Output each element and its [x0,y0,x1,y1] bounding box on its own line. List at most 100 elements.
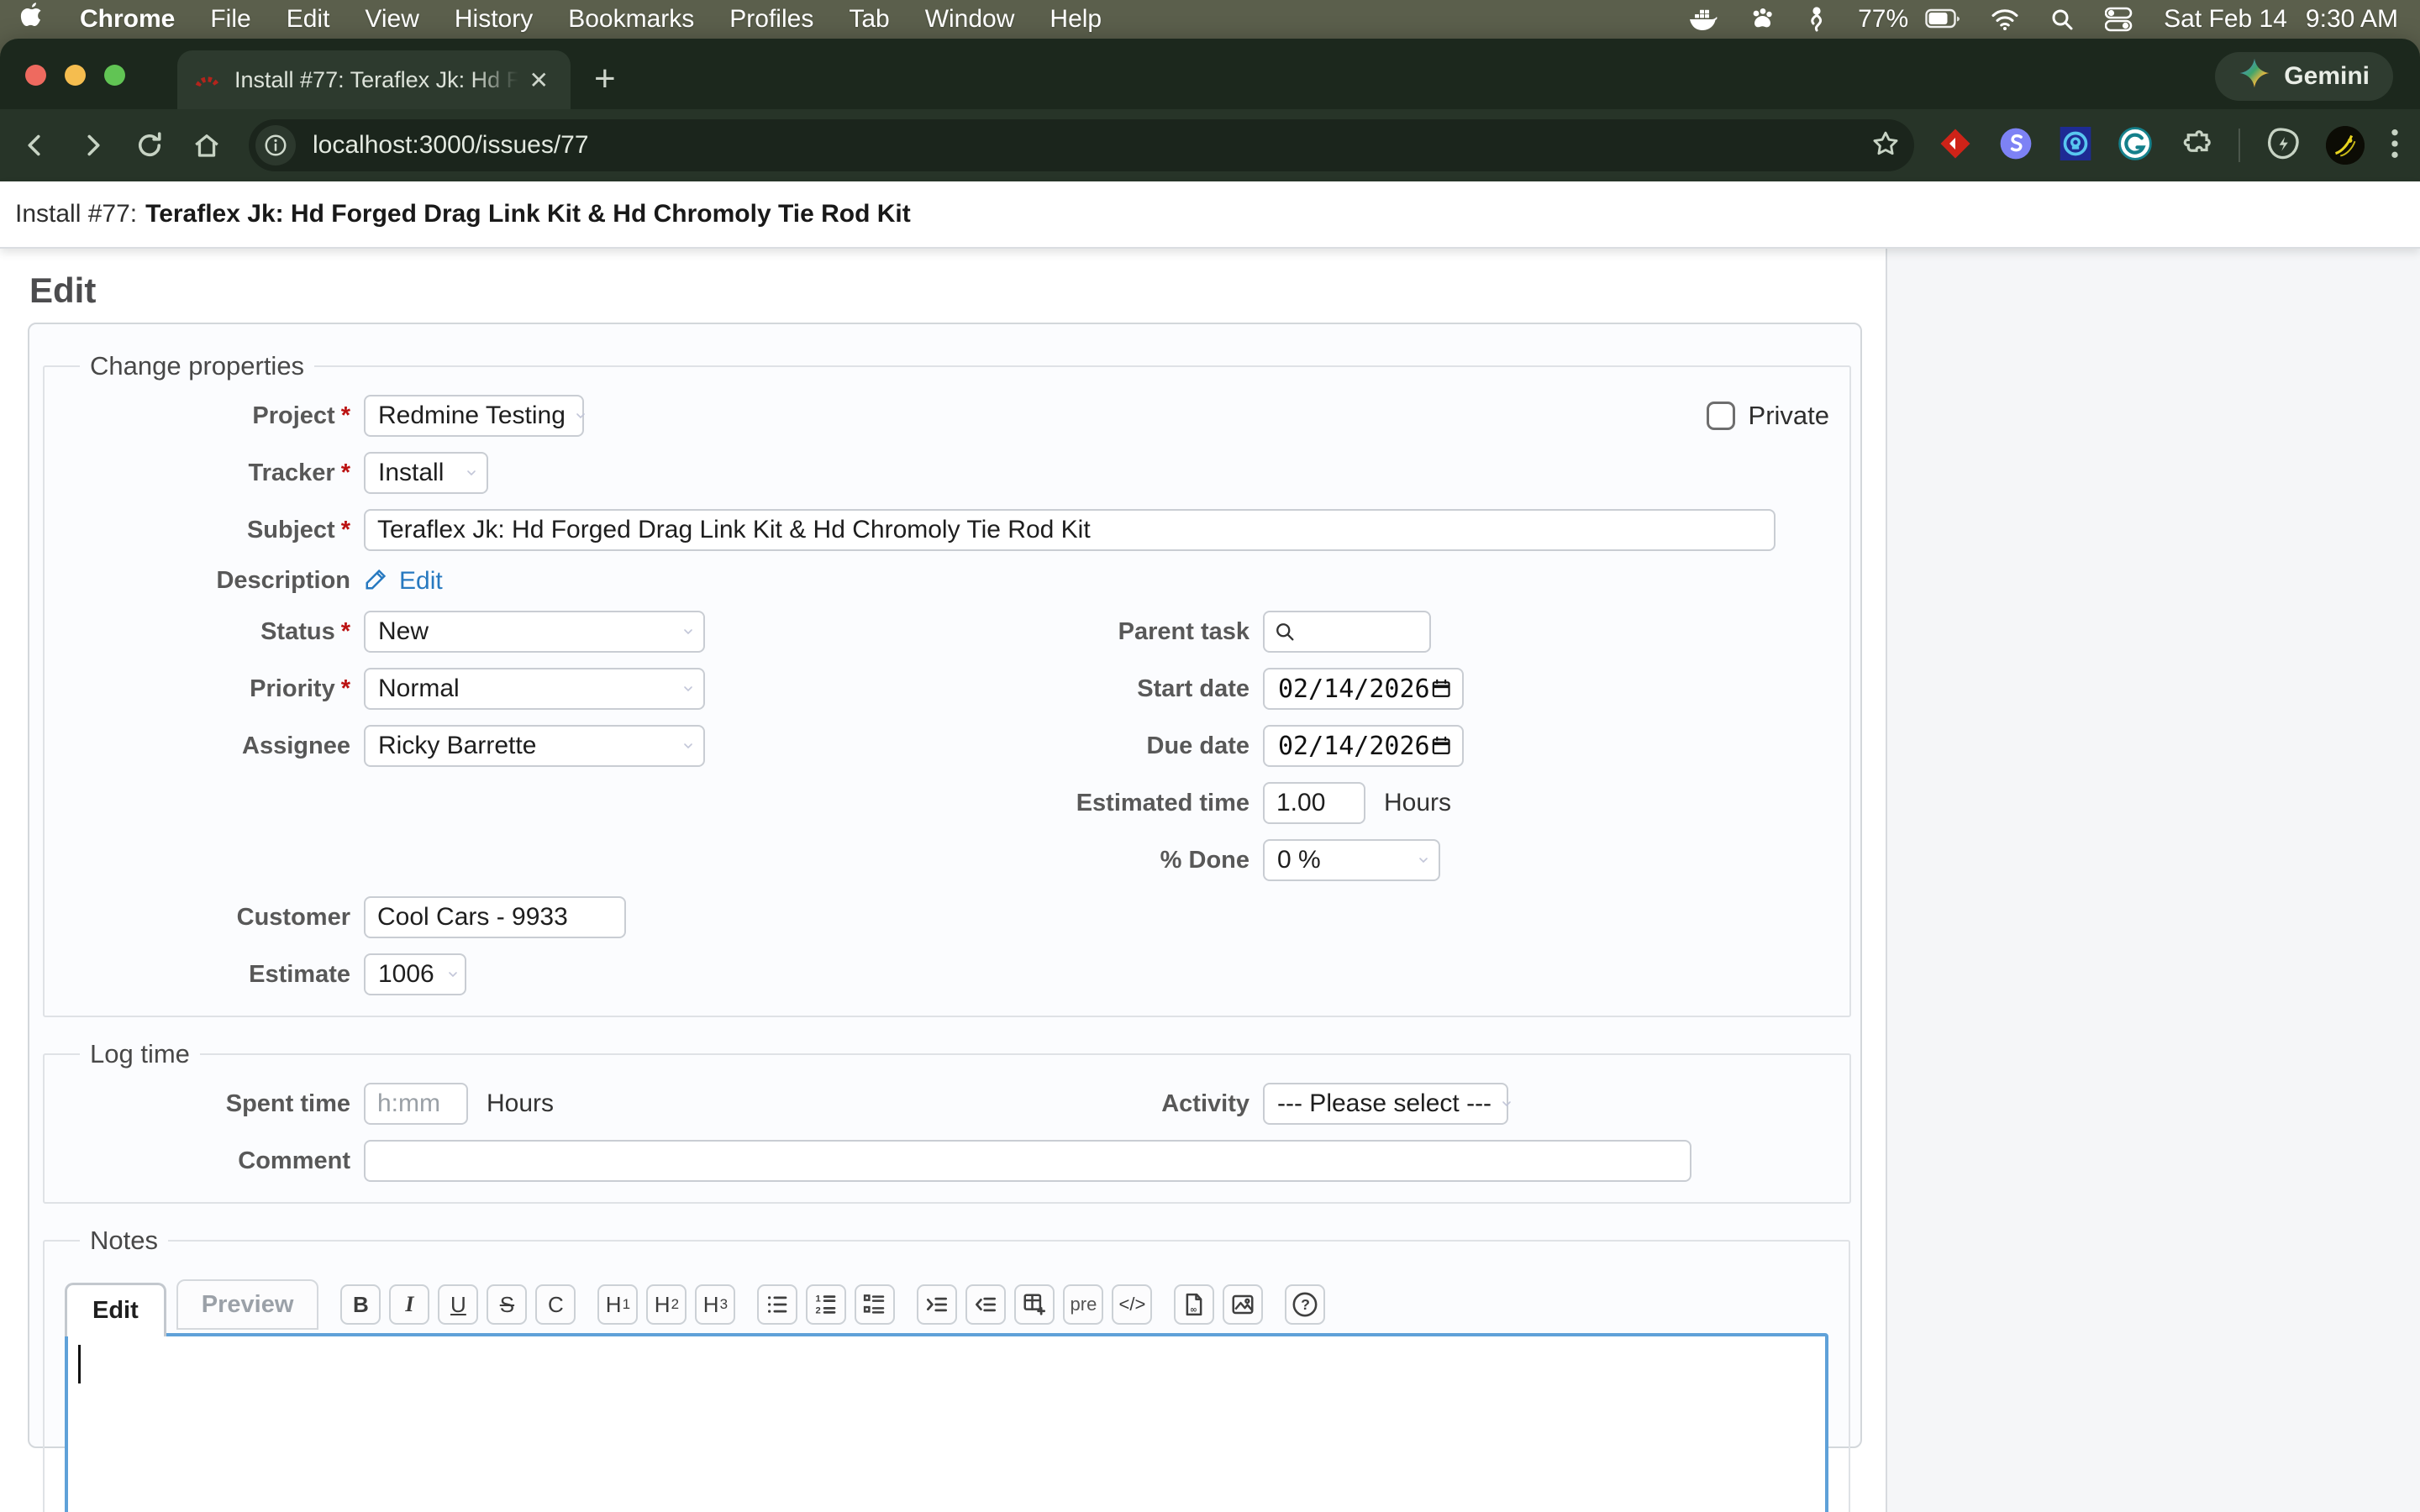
activity-select[interactable]: --- Please select --- [1263,1083,1508,1125]
italic-button[interactable]: I [389,1284,429,1325]
minimize-window-button[interactable] [65,65,86,86]
notes-textarea[interactable] [65,1333,1828,1512]
gemini-button[interactable]: Gemini [2215,52,2393,101]
svg-text:?: ? [1302,1296,1311,1313]
strikethrough-button[interactable]: S [487,1284,527,1325]
tab-preview[interactable]: Preview [176,1279,319,1330]
subject-input[interactable] [364,509,1776,551]
description-label: Description [65,567,350,595]
tab-close-icon[interactable]: ✕ [524,65,554,96]
red-extension-icon[interactable] [1938,126,1973,165]
profile-avatar[interactable] [2326,126,2365,165]
priority-select[interactable]: Normal [364,668,705,710]
menu-window[interactable]: Window [925,5,1015,34]
status-select[interactable]: New [364,611,705,653]
docker-icon[interactable] [1688,7,1718,32]
menubar-date[interactable]: Sat Feb 14 [2164,5,2287,34]
private-checkbox[interactable] [1707,402,1735,430]
browser-tab[interactable]: Install #77: Teraflex Jk: Hd Fo ✕ [177,50,571,109]
menu-history[interactable]: History [455,5,533,34]
spent-time-label: Spent time [65,1090,350,1118]
battery-saver-leaf-icon[interactable] [2265,126,2301,165]
extensions-area [1938,126,2400,165]
menu-file[interactable]: File [210,5,250,34]
numbered-list-button[interactable]: 12 [806,1284,846,1325]
macos-menubar: Chrome File Edit View History Bookmarks … [0,0,2420,39]
bullet-list-button[interactable] [757,1284,797,1325]
grammarly-icon[interactable] [2118,126,2153,165]
menubar-time[interactable]: 9:30 AM [2306,5,2398,34]
new-tab-button[interactable]: + [594,60,616,97]
at-lock-extension-icon[interactable] [2059,126,2092,165]
tracker-label: Tracker* [65,459,350,487]
bold-button[interactable]: B [340,1284,381,1325]
due-date-input[interactable]: 02/14/2026 [1263,725,1464,767]
blockquote-button[interactable] [917,1284,957,1325]
menu-bookmarks[interactable]: Bookmarks [568,5,694,34]
back-button[interactable] [20,130,50,160]
description-edit-link[interactable]: Edit [399,567,443,596]
menu-help[interactable]: Help [1050,5,1102,34]
change-properties-legend: Change properties [80,351,314,381]
estimated-time-input[interactable] [1263,782,1365,824]
parent-task-label: Parent task [950,618,1249,646]
customer-label: Customer [65,904,350,932]
code-block-button[interactable]: </> [1112,1284,1152,1325]
underline-button[interactable]: U [438,1284,478,1325]
image-button[interactable] [1223,1284,1263,1325]
close-window-button[interactable] [25,65,46,86]
reload-button[interactable] [134,130,165,160]
menu-chrome[interactable]: Chrome [80,5,175,34]
menu-edit[interactable]: Edit [287,5,330,34]
kraken-status-icon[interactable] [1806,5,1828,34]
site-info-icon[interactable] [255,125,296,165]
gemini-label: Gemini [2284,62,2370,91]
definition-list-button[interactable] [855,1284,895,1325]
menu-tab[interactable]: Tab [849,5,889,34]
menu-view[interactable]: View [365,5,418,34]
comment-input[interactable] [364,1140,1691,1182]
control-center-icon[interactable] [2105,7,2133,32]
tab-edit[interactable]: Edit [65,1283,166,1336]
wiki-link-button[interactable]: ∞ [1174,1284,1214,1325]
wifi-icon[interactable] [1991,8,2019,31]
purple-s-extension-icon[interactable] [1998,126,2033,165]
table-button[interactable] [1014,1284,1055,1325]
paw-status-icon[interactable] [1749,6,1776,33]
browser-menu-kebab-icon[interactable] [2390,127,2400,165]
priority-label: Priority* [65,675,350,703]
assignee-label: Assignee [65,732,350,760]
menu-profiles[interactable]: Profiles [729,5,813,34]
parent-task-input[interactable] [1263,611,1431,653]
private-label: Private [1749,401,1829,431]
project-select[interactable]: Redmine Testing [364,395,584,437]
spotlight-icon[interactable] [2049,7,2075,32]
customer-input[interactable] [364,896,626,938]
forward-button[interactable] [77,130,108,160]
pencil-icon [364,566,389,596]
preformatted-button[interactable]: pre [1063,1284,1103,1325]
right-sidebar [1886,249,2420,1512]
maximize-window-button[interactable] [104,65,125,86]
tab-title: Install #77: Teraflex Jk: Hd Fo [234,67,524,93]
address-bar[interactable]: localhost:3000/issues/77 [249,119,1914,171]
estimate-select[interactable]: 1006 [364,953,466,995]
apple-menu-icon[interactable] [20,3,43,36]
done-select[interactable]: 0 % [1263,839,1440,881]
unquote-button[interactable] [965,1284,1006,1325]
heading3-button[interactable]: H3 [695,1284,735,1325]
heading1-button[interactable]: H1 [597,1284,638,1325]
redmine-favicon [194,66,221,95]
extensions-puzzle-icon[interactable] [2178,126,2213,165]
private-checkbox-row[interactable]: Private [1707,401,1829,431]
home-button[interactable] [192,130,222,160]
bookmark-star-icon[interactable] [1870,129,1901,163]
assignee-select[interactable]: Ricky Barrette [364,725,705,767]
start-date-input[interactable]: 02/14/2026 [1263,668,1464,710]
inline-code-button[interactable]: C [535,1284,576,1325]
spent-time-input[interactable] [364,1083,468,1125]
issue-title-bar: Install #77: Teraflex Jk: Hd Forged Drag… [0,181,2420,249]
heading2-button[interactable]: H2 [646,1284,687,1325]
help-button[interactable]: ? [1285,1284,1325,1325]
tracker-select[interactable]: Install [364,452,488,494]
